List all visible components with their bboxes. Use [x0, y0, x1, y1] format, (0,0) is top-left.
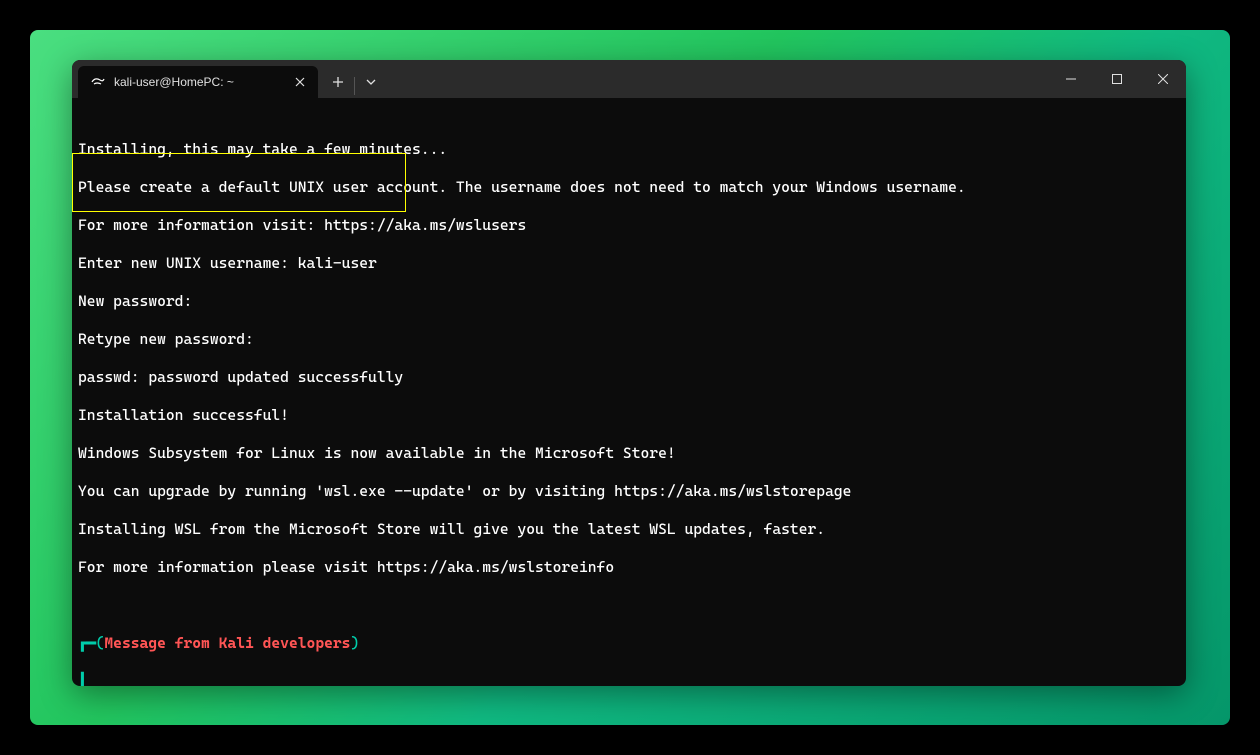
- tab-controls: [322, 66, 387, 98]
- output-line: Retype new password:: [78, 330, 1180, 349]
- output-line: For more information please visit https:…: [78, 558, 1180, 577]
- minimize-button[interactable]: [1048, 60, 1094, 98]
- tab-dropdown-button[interactable]: [355, 66, 387, 98]
- maximize-button[interactable]: [1094, 60, 1140, 98]
- close-button[interactable]: [1140, 60, 1186, 98]
- output-line: You can upgrade by running 'wsl.exe --up…: [78, 482, 1180, 501]
- titlebar: kali-user@HomePC: ~: [72, 60, 1186, 98]
- output-line: passwd: password updated successfully: [78, 368, 1180, 387]
- tab-title: kali-user@HomePC: ~: [114, 75, 284, 89]
- new-tab-button[interactable]: [322, 66, 354, 98]
- output-line: Enter new UNIX username: kali-user: [78, 254, 1180, 273]
- output-blank: [78, 596, 1180, 615]
- tab-active[interactable]: kali-user@HomePC: ~: [78, 66, 318, 98]
- kali-icon: [90, 74, 106, 90]
- tab-close-button[interactable]: [292, 74, 308, 90]
- msg-border: ┃: [78, 672, 1180, 686]
- output-line: Installation successful!: [78, 406, 1180, 425]
- output-line: Please create a default UNIX user accoun…: [78, 178, 1180, 197]
- output-line: Installing, this may take a few minutes.…: [78, 140, 1180, 159]
- output-line: Installing WSL from the Microsoft Store …: [78, 520, 1180, 539]
- output-line: Windows Subsystem for Linux is now avail…: [78, 444, 1180, 463]
- terminal-content[interactable]: Installing, this may take a few minutes.…: [72, 98, 1186, 686]
- output-line: New password:: [78, 292, 1180, 311]
- terminal-window: kali-user@HomePC: ~: [72, 60, 1186, 686]
- window-controls: [1048, 60, 1186, 98]
- msg-top: ┏━(Message from Kali developers): [78, 634, 1180, 653]
- output-line: For more information visit: https://aka.…: [78, 216, 1180, 235]
